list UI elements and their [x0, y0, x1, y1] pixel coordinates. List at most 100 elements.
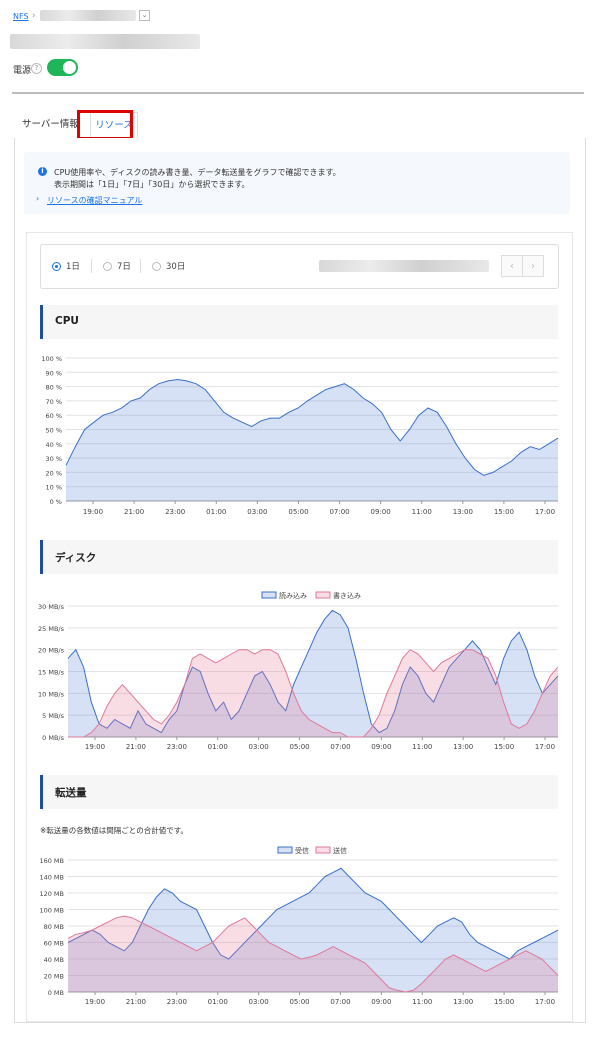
y-tick-label: 140 MB: [39, 874, 64, 882]
x-tick-label: 19:00: [83, 508, 103, 516]
x-tick-label: 19:00: [85, 998, 105, 1006]
manual-link[interactable]: リソースの確認マニュアル: [47, 195, 142, 206]
y-tick-label: 100 MB: [39, 907, 64, 915]
y-tick-label: 30 MB/s: [38, 603, 65, 611]
legend-label: 受信: [295, 846, 309, 855]
y-tick-label: 120 MB: [39, 890, 64, 898]
breadcrumb-separator: ›: [32, 11, 36, 21]
x-tick-label: 11:00: [412, 998, 432, 1006]
legend-swatch: [315, 846, 331, 854]
x-tick-label: 15:00: [494, 508, 514, 516]
info-line-1: CPU使用率や、ディスクの読み書き量、データ転送量をグラフで確認できます。: [54, 168, 341, 177]
x-tick-label: 11:00: [412, 508, 432, 516]
y-tick-label: 40 %: [45, 441, 62, 449]
breadcrumb-dropdown-button[interactable]: ⌄: [139, 10, 150, 21]
disk-section-header: ディスク: [40, 540, 558, 574]
radio-7day-label[interactable]: 7日: [117, 260, 131, 272]
y-tick-label: 40 MB: [44, 956, 64, 964]
y-tick-label: 0 %: [50, 498, 62, 506]
y-tick-label: 70 %: [45, 398, 62, 406]
divider: [91, 259, 92, 273]
x-tick-label: 05:00: [289, 743, 309, 751]
legend-swatch: [261, 591, 277, 599]
x-tick-label: 01:00: [206, 508, 226, 516]
prev-period-button[interactable]: ‹: [501, 255, 523, 277]
radio-1day-label[interactable]: 1日: [66, 260, 80, 272]
y-tick-label: 20 MB/s: [38, 647, 65, 655]
x-tick-label: 23:00: [167, 998, 187, 1006]
x-tick-label: 09:00: [371, 998, 391, 1006]
disk-chart: 30 MB/s 25 MB/s 20 MB/s 15 MB/s 10 MB/s 5 MB/…: [38, 591, 559, 751]
info-line-2: 表示期間は「1日」「7日」「30日」から選択できます。: [54, 180, 250, 189]
header-divider: [12, 92, 584, 94]
disk-section-title: ディスク: [55, 552, 97, 564]
x-tick-label: 03:00: [247, 508, 267, 516]
toggle-knob: [63, 61, 76, 74]
transfer-section-title: 転送量: [55, 787, 87, 799]
period-selector: 1日 7日 30日 ‹ ›: [40, 244, 559, 289]
y-tick-label: 80 %: [45, 384, 62, 392]
cpu-chart: 100 % 90 % 80 % 70 % 60 % 50 % 40 % 30 % 20 % 10 …: [41, 355, 559, 516]
breadcrumb-root[interactable]: NFS: [13, 12, 29, 21]
next-period-button[interactable]: ›: [522, 255, 544, 277]
highlight-box: [77, 110, 133, 140]
x-tick-label: 03:00: [249, 743, 269, 751]
page-title: [10, 34, 200, 49]
radio-1day[interactable]: [52, 262, 61, 271]
breadcrumb-current[interactable]: [40, 10, 136, 21]
transfer-chart: 160 MB 140 MB 120 MB 100 MB 80 MB 60 MB 40 MB 2…: [39, 846, 559, 1006]
date-range-text: [319, 260, 489, 272]
x-tick-label: 13:00: [453, 508, 473, 516]
y-tick-label: 25 MB/s: [38, 625, 65, 633]
x-tick-label: 13:00: [453, 998, 473, 1006]
y-tick-label: 10 MB/s: [38, 690, 65, 698]
cpu-section-header: CPU: [40, 305, 558, 339]
x-tick-label: 05:00: [288, 508, 308, 516]
y-tick-label: 60 %: [45, 412, 62, 420]
info-box: i CPU使用率や、ディスクの読み書き量、データ転送量をグラフで確認できます。 …: [24, 152, 570, 214]
x-tick-label: 09:00: [371, 743, 391, 751]
y-tick-label: 90 %: [45, 369, 62, 377]
y-tick-label: 5 MB/s: [42, 712, 64, 720]
x-tick-label: 01:00: [208, 998, 228, 1006]
divider: [140, 259, 141, 273]
x-tick-label: 07:00: [330, 743, 350, 751]
x-tick-label: 07:00: [329, 508, 349, 516]
y-tick-label: 50 %: [45, 427, 62, 435]
help-icon[interactable]: ?: [31, 63, 42, 74]
x-tick-label: 13:00: [453, 743, 473, 751]
y-tick-label: 100 %: [41, 355, 62, 363]
x-tick-label: 21:00: [126, 998, 146, 1006]
power-label: 電源: [13, 66, 32, 76]
x-tick-label: 17:00: [535, 998, 555, 1006]
x-tick-label: 11:00: [412, 743, 432, 751]
x-tick-label: 15:00: [494, 743, 514, 751]
y-tick-label: 60 MB: [44, 940, 64, 948]
radio-30day-label[interactable]: 30日: [166, 260, 185, 272]
x-tick-label: 21:00: [124, 508, 144, 516]
radio-7day[interactable]: [103, 262, 112, 271]
legend-label: 送信: [333, 846, 347, 855]
cpu-section-title: CPU: [55, 315, 79, 327]
y-tick-label: 20 %: [45, 469, 62, 477]
x-tick-label: 21:00: [126, 743, 146, 751]
power-toggle[interactable]: [47, 59, 78, 76]
manual-chevron-icon: ›: [36, 194, 40, 203]
y-tick-label: 10 %: [45, 484, 62, 492]
x-tick-label: 23:00: [165, 508, 185, 516]
x-tick-label: 15:00: [494, 998, 514, 1006]
y-tick-label: 0 MB/s: [42, 734, 64, 742]
legend-label: 読み込み: [279, 591, 307, 600]
tab-server-info[interactable]: サーバー情報: [22, 112, 79, 138]
y-tick-label: 15 MB/s: [38, 669, 65, 677]
radio-30day[interactable]: [152, 262, 161, 271]
y-tick-label: 30 %: [45, 455, 62, 463]
transfer-note: ※転送量の各数値は間隔ごとの合計値です。: [40, 826, 188, 835]
y-tick-label: 80 MB: [44, 923, 64, 931]
x-tick-label: 03:00: [249, 998, 269, 1006]
legend-swatch: [315, 591, 331, 599]
y-tick-label: 20 MB: [44, 973, 64, 981]
legend-swatch: [277, 846, 293, 854]
x-tick-label: 05:00: [289, 998, 309, 1006]
x-tick-label: 07:00: [330, 998, 350, 1006]
